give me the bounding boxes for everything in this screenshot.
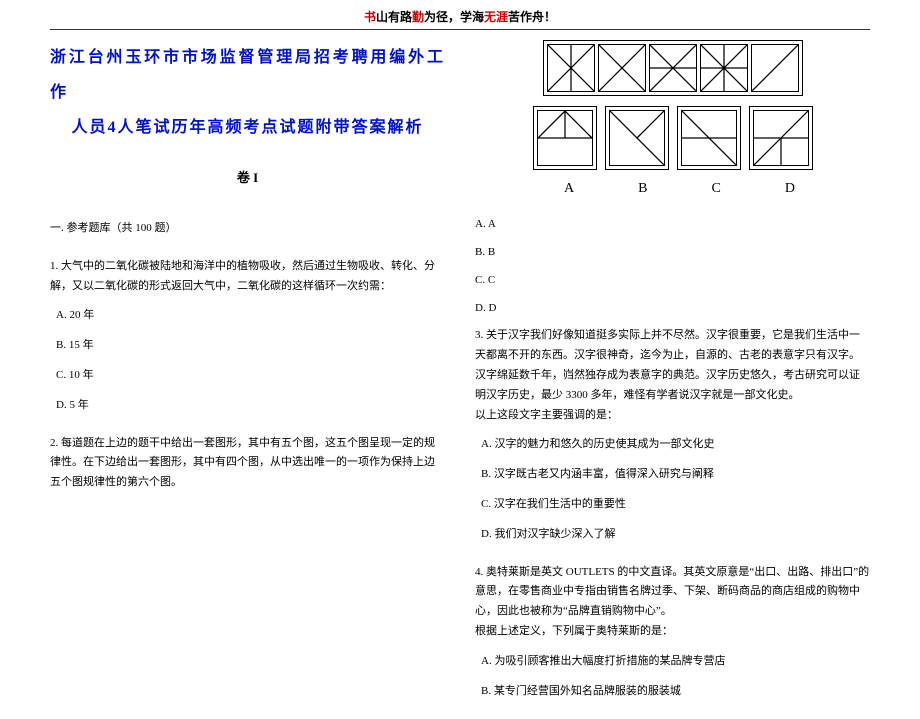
answer-fig-d	[749, 106, 813, 170]
q4-option-b: B. 某专门经营国外知名品牌服装的服装城	[481, 682, 870, 702]
answer-label-d: D	[785, 176, 795, 201]
q3-option-b: B. 汉字既古老又内涵丰富，值得深入研究与阐释	[481, 465, 870, 485]
answer-fig-b-inner	[609, 110, 665, 166]
left-column: 浙江台州玉环市市场监督管理局招考聘用编外工作 人员4人笔试历年高频考点试题附带答…	[50, 40, 445, 719]
answer-fig-b	[605, 106, 669, 170]
stem-fig-3	[649, 44, 697, 92]
exam-title-line2: 人员4人笔试历年高频考点试题附带答案解析	[50, 110, 445, 145]
answer-label-c: C	[712, 176, 721, 201]
q3-prompt: 以上这段文字主要强调的是：	[475, 406, 870, 426]
q3-option-d: D. 我们对汉字缺少深入了解	[481, 525, 870, 545]
q1-option-b: B. 15 年	[56, 336, 445, 356]
q3-option-a: A. 汉字的魅力和悠久的历史使其成为一部文化史	[481, 435, 870, 455]
figure-answer-row	[475, 106, 870, 170]
answer-fig-a-inner	[537, 110, 593, 166]
q1-option-a: A. 20 年	[56, 306, 445, 326]
exam-title: 浙江台州玉环市市场监督管理局招考聘用编外工作 人员4人笔试历年高频考点试题附带答…	[50, 40, 445, 146]
stem-fig-5	[751, 44, 799, 92]
q4-option-a: A. 为吸引顾客推出大幅度打折措施的某品牌专营店	[481, 652, 870, 672]
right-column: A B C D A. A B. B C. C D. D 3. 关于汉字我们好像知…	[475, 40, 870, 719]
q2-choice-bb: B. B	[475, 243, 870, 263]
section-title: 一. 参考题库（共 100 题）	[50, 219, 445, 239]
motto-part: 勤	[412, 10, 424, 24]
question-3: 3. 关于汉字我们好像知道挺多实际上并不尽然。汉字很重要，它是我们生活中一天都离…	[475, 326, 870, 544]
motto-part: 无涯	[484, 10, 508, 24]
q1-stem: 1. 大气中的二氧化碳被陆地和海洋中的植物吸收，然后通过生物吸收、转化、分解，又…	[50, 257, 445, 297]
question-4: 4. 奥特莱斯是英文 OUTLETS 的中文直译。其英文原意是“出口、出路、排出…	[475, 563, 870, 702]
answer-letter-row: A B C D	[475, 176, 870, 201]
q2-choice-dd: D. D	[475, 299, 870, 319]
answer-label-b: B	[638, 176, 647, 201]
q2-choice-aa: A. A	[475, 215, 870, 235]
motto-part: 书	[364, 10, 376, 24]
motto-part: 为径，学海	[424, 10, 484, 24]
figure-stem-group	[543, 40, 803, 96]
answer-fig-d-inner	[753, 110, 809, 166]
q1-option-c: C. 10 年	[56, 366, 445, 386]
q2-stem: 2. 每道题在上边的题干中给出一套图形，其中有五个图，这五个图呈现一定的规律性。…	[50, 434, 445, 493]
answer-fig-a	[533, 106, 597, 170]
figure-stem-row	[475, 40, 870, 96]
q2-choice-cc: C. C	[475, 271, 870, 291]
q4-stem: 4. 奥特莱斯是英文 OUTLETS 的中文直译。其英文原意是“出口、出路、排出…	[475, 563, 870, 622]
q3-option-c: C. 汉字在我们生活中的重要性	[481, 495, 870, 515]
header-motto: 书山有路勤为径，学海无涯苦作舟！	[0, 0, 920, 29]
motto-part: 苦作舟！	[508, 10, 556, 24]
stem-fig-1	[547, 44, 595, 92]
content-columns: 浙江台州玉环市市场监督管理局招考聘用编外工作 人员4人笔试历年高频考点试题附带答…	[0, 30, 920, 719]
question-1: 1. 大气中的二氧化碳被陆地和海洋中的植物吸收，然后通过生物吸收、转化、分解，又…	[50, 257, 445, 416]
q3-stem: 3. 关于汉字我们好像知道挺多实际上并不尽然。汉字很重要，它是我们生活中一天都离…	[475, 326, 870, 405]
answer-label-a: A	[564, 176, 574, 201]
q4-prompt: 根据上述定义，下列属于奥特莱斯的是：	[475, 622, 870, 642]
stem-fig-2	[598, 44, 646, 92]
volume-label: 卷 I	[50, 166, 445, 189]
exam-title-line1: 浙江台州玉环市市场监督管理局招考聘用编外工作	[50, 40, 445, 110]
answer-fig-c-inner	[681, 110, 737, 166]
answer-fig-c	[677, 106, 741, 170]
stem-fig-4	[700, 44, 748, 92]
motto-part: 山有路	[376, 10, 412, 24]
q1-option-d: D. 5 年	[56, 396, 445, 416]
question-2: 2. 每道题在上边的题干中给出一套图形，其中有五个图，这五个图呈现一定的规律性。…	[50, 434, 445, 493]
